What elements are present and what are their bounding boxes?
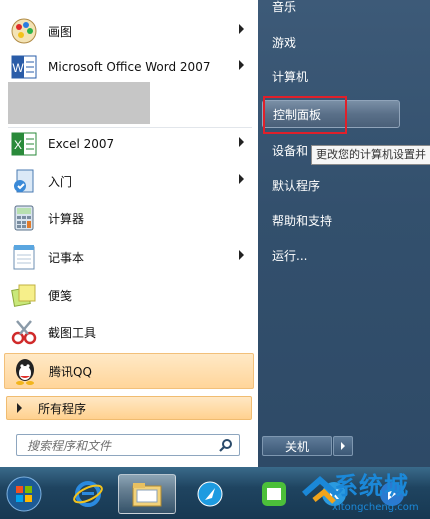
chevron-right-icon [239, 250, 244, 260]
ie-icon[interactable] [66, 474, 110, 514]
start-menu-left-pane: 画图 W Microsoft Office Word 2007 X Excel … [0, 0, 259, 467]
menu-item-label: Microsoft Office Word 2007 [48, 60, 211, 74]
menu-item-qq[interactable]: 腾讯QQ [4, 353, 254, 389]
menu-item-label: 便笺 [48, 288, 73, 303]
watermark-url: xitongcheng.com [332, 502, 419, 513]
right-item-label: 运行... [272, 248, 308, 263]
explorer-icon[interactable] [118, 474, 176, 514]
tooltip: 更改您的计算机设置并 [311, 145, 430, 165]
watermark-text: 系统城 [334, 472, 409, 500]
snipping-tool-icon [8, 316, 40, 348]
sticky-notes-icon [8, 279, 40, 311]
shutdown-options-button[interactable] [333, 436, 353, 456]
word-icon: W [8, 51, 40, 83]
right-item-computer[interactable]: 计算机 [262, 62, 400, 90]
right-item-label: 设备和 [272, 143, 309, 158]
menu-item-label: 记事本 [48, 250, 85, 265]
chevron-right-icon [341, 442, 345, 450]
search-input[interactable]: 搜索程序和文件 [16, 434, 240, 456]
redacted-area [8, 82, 150, 124]
chevron-right-icon [239, 174, 244, 184]
menu-item-word[interactable]: W Microsoft Office Word 2007 [4, 50, 254, 84]
right-item-music[interactable]: 音乐 [262, 0, 400, 20]
menu-item-label: 画图 [48, 24, 73, 39]
right-item-games[interactable]: 游戏 [262, 28, 400, 56]
chevron-right-icon [239, 137, 244, 147]
menu-item-label: Excel 2007 [48, 137, 115, 151]
menu-item-label: 入门 [48, 174, 73, 189]
iqiyi-icon[interactable] [252, 474, 296, 514]
menu-item-excel[interactable]: X Excel 2007 [4, 127, 254, 161]
start-orb-icon[interactable] [2, 474, 46, 514]
right-item-label: 音乐 [272, 0, 297, 14]
chevron-right-icon [17, 403, 22, 413]
right-item-run[interactable]: 运行... [262, 241, 400, 269]
menu-item-getting-started[interactable]: 入门 [4, 164, 254, 198]
menu-item-label: 截图工具 [48, 325, 97, 340]
menu-item-paint[interactable]: 画图 [4, 14, 254, 48]
notepad-icon [8, 241, 40, 273]
svg-text:X: X [14, 138, 22, 152]
all-programs-button[interactable]: 所有程序 [6, 396, 252, 420]
menu-item-label: 腾讯QQ [49, 364, 92, 379]
search-placeholder: 搜索程序和文件 [27, 438, 112, 453]
excel-icon: X [8, 128, 40, 160]
svg-text:W: W [12, 61, 24, 75]
menu-item-notepad[interactable]: 记事本 [4, 240, 254, 274]
qq-icon [9, 355, 41, 387]
menu-item-calculator[interactable]: 计算器 [4, 201, 254, 235]
menu-item-sticky-notes[interactable]: 便笺 [4, 278, 254, 312]
app-icon[interactable] [188, 474, 232, 514]
right-item-label: 帮助和支持 [272, 213, 333, 228]
right-item-label: 计算机 [272, 69, 309, 84]
shutdown-button[interactable]: 关机 [262, 436, 332, 456]
right-item-help[interactable]: 帮助和支持 [262, 206, 400, 234]
right-item-label: 默认程序 [272, 178, 321, 193]
menu-item-label: 计算器 [48, 211, 85, 226]
calculator-icon [8, 202, 40, 234]
getting-started-icon [8, 165, 40, 197]
chevron-right-icon [239, 24, 244, 34]
highlight-box [263, 96, 347, 134]
right-item-default-programs[interactable]: 默认程序 [262, 171, 400, 199]
chevron-right-icon [239, 60, 244, 70]
menu-item-snipping-tool[interactable]: 截图工具 [4, 315, 254, 349]
search-icon[interactable] [219, 438, 233, 452]
paint-icon [8, 15, 40, 47]
right-item-label: 游戏 [272, 35, 297, 50]
all-programs-label: 所有程序 [38, 401, 87, 416]
